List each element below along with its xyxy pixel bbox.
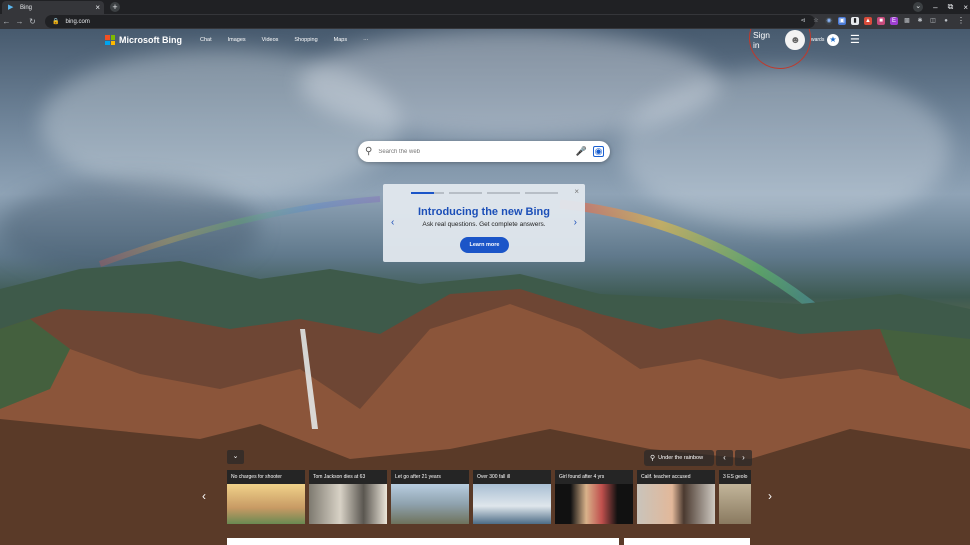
browser-menu-icon[interactable]: ⋮ (957, 16, 965, 25)
carousel-indicators (411, 192, 558, 194)
image-info-button[interactable]: ⚲ Under the rainbow (644, 450, 714, 466)
microsoft-logo-icon (105, 35, 115, 45)
close-window-icon[interactable]: × (963, 3, 968, 12)
share-icon[interactable]: ⊲ (799, 17, 807, 25)
news-caption: Calif. teacher accused (637, 470, 715, 484)
visual-search-icon[interactable]: ◉ (593, 146, 604, 157)
window-controls: ⌄ – ⧉ × (913, 0, 968, 14)
learn-more-button[interactable]: Learn more (460, 237, 509, 253)
profile-icon[interactable]: ● (942, 17, 950, 25)
url-text: bing.com (65, 18, 90, 25)
extension-2-icon[interactable]: ▣ (838, 17, 846, 25)
nav-more[interactable]: ··· (363, 37, 369, 43)
news-thumbnail (719, 484, 751, 524)
extension-4-icon[interactable]: ▲ (864, 17, 872, 25)
back-icon[interactable]: ← (0, 17, 13, 26)
news-card[interactable]: Let go after 21 years (391, 470, 469, 524)
carousel-dot[interactable] (487, 192, 520, 194)
news-card[interactable]: Calif. teacher accused (637, 470, 715, 524)
news-card[interactable]: No charges for shooter (227, 470, 305, 524)
browser-titlebar: ▶ Bing × + ⌄ – ⧉ × (0, 0, 970, 14)
reload-icon[interactable]: ↻ (26, 17, 39, 26)
location-pin-icon: ⚲ (650, 455, 656, 462)
tab-search-icon[interactable]: ⌄ (913, 2, 924, 12)
browser-tab[interactable]: ▶ Bing × (2, 1, 104, 14)
news-thumbnail (637, 484, 715, 524)
nav-videos[interactable]: Videos (262, 37, 279, 43)
feed-panel-right (624, 538, 750, 545)
news-caption: 3 ES geolo (719, 470, 751, 484)
previous-image-button[interactable]: ‹ (716, 450, 733, 466)
bing-favicon-icon: ▶ (8, 4, 14, 11)
sign-in-label: Sign in (753, 30, 771, 50)
carousel-dot[interactable] (411, 192, 444, 194)
browser-toolbar: ← → ↻ 🔒 bing.com ⊲ ☆ ◉ ▣ ▮ ▲ ■ E ▩ ✱ ◫ ●… (0, 14, 970, 29)
carousel-dot[interactable] (449, 192, 482, 194)
rewards-label[interactable]: wards (811, 37, 824, 43)
extensions-puzzle-icon[interactable]: ✱ (916, 17, 924, 25)
news-thumbnail (309, 484, 387, 524)
news-card[interactable]: 3 ES geolo (719, 470, 751, 524)
hero-background-image (0, 29, 970, 545)
collapse-news-button[interactable]: ⌄ (227, 450, 244, 464)
promo-subtitle: Ask real questions. Get complete answers… (422, 221, 546, 228)
side-panel-icon[interactable]: ◫ (929, 17, 937, 25)
top-nav: Chat Images Videos Shopping Maps ··· (200, 37, 385, 43)
nav-chat[interactable]: Chat (200, 37, 212, 43)
rewards-trophy-icon[interactable]: ★ (827, 34, 839, 46)
restore-icon[interactable]: ⧉ (948, 2, 954, 12)
image-nav: ‹ › (716, 450, 752, 466)
settings-menu-icon[interactable]: ☰ (850, 33, 860, 46)
feed-panel-left (227, 538, 619, 545)
promo-title: Introducing the new Bing (418, 206, 550, 218)
search-input[interactable] (376, 147, 576, 156)
carousel-dot[interactable] (525, 192, 558, 194)
news-caption: Girl found after 4 yrs (555, 470, 633, 484)
address-bar[interactable]: 🔒 bing.com (45, 15, 815, 28)
news-caption: Let go after 21 years (391, 470, 469, 484)
sign-in-button[interactable]: Sign in ☻ (753, 29, 805, 51)
news-caption: Over 300 fall ill (473, 470, 551, 484)
microphone-icon[interactable]: 🎤 (576, 146, 587, 157)
news-thumbnail (555, 484, 633, 524)
news-caption: No charges for shooter (227, 470, 305, 484)
bing-homepage: Microsoft Bing Chat Images Videos Shoppi… (0, 29, 970, 545)
tab-close-icon[interactable]: × (95, 3, 100, 12)
image-location-label: Under the rainbow (658, 455, 704, 461)
extension-5-icon[interactable]: ■ (877, 17, 885, 25)
extension-1-icon[interactable]: ◉ (825, 17, 833, 25)
landscape-illustration (0, 196, 970, 545)
news-thumbnail (227, 484, 305, 524)
bing-logo[interactable]: Microsoft Bing (105, 35, 182, 45)
extension-3-icon[interactable]: ▮ (851, 17, 859, 25)
nav-shopping[interactable]: Shopping (294, 37, 317, 43)
new-bing-promo-card: × ‹ › Introducing the new Bing Ask real … (383, 184, 585, 262)
news-thumbnail (473, 484, 551, 524)
next-image-button[interactable]: › (735, 450, 752, 466)
tab-title: Bing (20, 4, 33, 11)
news-card[interactable]: Over 300 fall ill (473, 470, 551, 524)
bookmark-star-icon[interactable]: ☆ (812, 17, 820, 25)
news-card[interactable]: Girl found after 4 yrs (555, 470, 633, 524)
close-icon[interactable]: × (574, 187, 579, 196)
news-thumbnail (391, 484, 469, 524)
news-caption: Tom Jackson dies at 63 (309, 470, 387, 484)
extension-7-icon[interactable]: ▩ (903, 17, 911, 25)
news-card[interactable]: Tom Jackson dies at 63 (309, 470, 387, 524)
news-prev-icon[interactable]: ‹ (202, 489, 206, 503)
nav-maps[interactable]: Maps (334, 37, 347, 43)
forward-icon[interactable]: → (13, 17, 26, 26)
brand-name: Microsoft Bing (119, 35, 182, 45)
search-icon: ⚲ (365, 146, 373, 157)
extensions-bar: ⊲ ☆ ◉ ▣ ▮ ▲ ■ E ▩ ✱ ◫ ● (799, 17, 950, 25)
news-next-icon[interactable]: › (768, 489, 772, 503)
news-carousel: No charges for shooter Tom Jackson dies … (227, 470, 751, 524)
minimize-icon[interactable]: – (933, 3, 937, 12)
nav-images[interactable]: Images (228, 37, 246, 43)
user-avatar-icon: ☻ (785, 30, 805, 50)
search-box: ⚲ 🎤 ◉ (358, 141, 610, 162)
new-tab-button[interactable]: + (110, 2, 120, 12)
lock-icon[interactable]: 🔒 (52, 18, 59, 25)
extension-6-icon[interactable]: E (890, 17, 898, 25)
